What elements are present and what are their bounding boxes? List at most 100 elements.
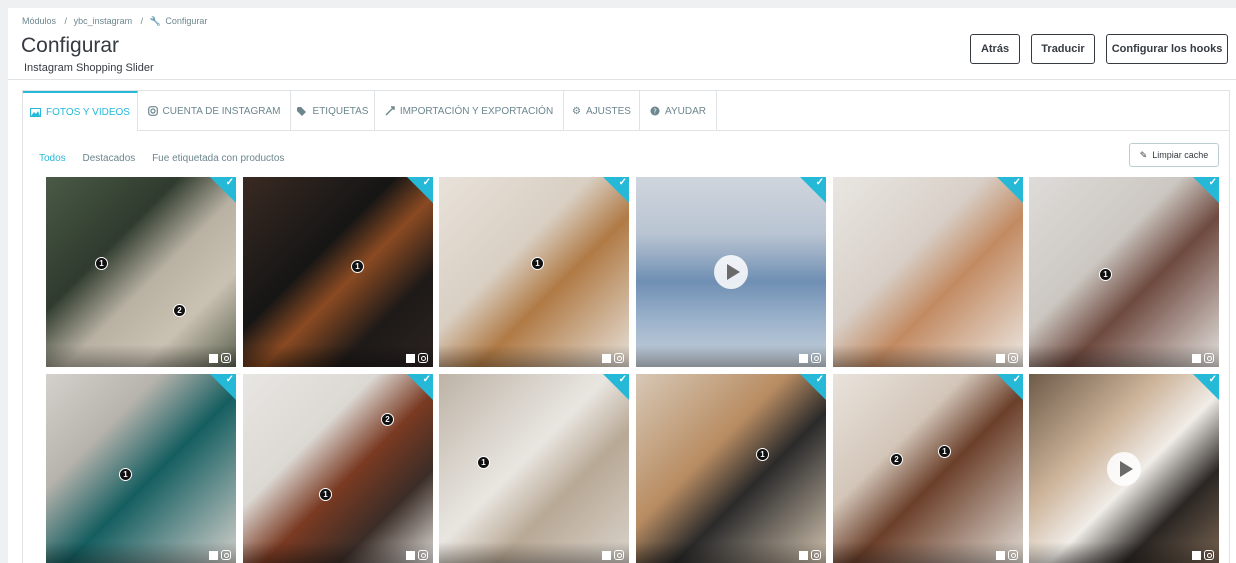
product-tag-marker[interactable]: 1: [531, 257, 544, 270]
svg-text:?: ?: [653, 108, 657, 116]
page-header: Módulos / ybc_instagram / 🔧 Configurar C…: [8, 8, 1236, 80]
media-thumbnail: [1029, 177, 1219, 367]
tag-count-icon: [1192, 550, 1201, 560]
media-item[interactable]: ✓ 2 1: [833, 374, 1023, 563]
filter-all[interactable]: Todos: [39, 153, 66, 164]
media-thumbnail: [439, 177, 629, 367]
tab-settings[interactable]: ⚙ AJUSTES: [564, 91, 640, 131]
check-icon: ✓: [618, 177, 627, 188]
product-tag-marker[interactable]: 2: [173, 304, 186, 317]
media-item[interactable]: ✓ 1: [439, 177, 629, 367]
media-item[interactable]: ✓: [636, 177, 826, 367]
media-thumbnail: [46, 374, 236, 563]
instagram-icon[interactable]: [221, 550, 231, 560]
media-item[interactable]: ✓ 1: [636, 374, 826, 563]
product-tag-marker[interactable]: 1: [319, 488, 332, 501]
check-icon: ✓: [1012, 177, 1021, 188]
configure-hooks-button[interactable]: Configurar los hooks: [1106, 34, 1228, 64]
product-tag-marker[interactable]: 1: [756, 448, 769, 461]
clear-cache-button[interactable]: ✎ Limpiar cache: [1129, 143, 1219, 167]
tag-count-icon: [209, 550, 218, 560]
instagram-icon[interactable]: [614, 353, 624, 363]
media-thumbnail: [833, 177, 1023, 367]
tags-icon: [296, 106, 308, 116]
check-icon: ✓: [1208, 177, 1217, 188]
help-icon: ?: [650, 106, 660, 116]
tab-photos-videos[interactable]: FOTOS Y VIDEOS: [23, 91, 138, 131]
page-subtitle: Instagram Shopping Slider: [24, 62, 154, 74]
tab-label: CUENTA DE INSTAGRAM: [162, 105, 281, 117]
check-icon: ✓: [422, 177, 431, 188]
media-item[interactable]: ✓ 2 1: [243, 374, 433, 563]
check-icon: ✓: [618, 374, 627, 385]
check-icon: ✓: [1208, 374, 1217, 385]
instagram-icon[interactable]: [1204, 353, 1214, 363]
product-tag-marker[interactable]: 1: [1099, 268, 1112, 281]
check-icon: ✓: [225, 177, 234, 188]
media-item[interactable]: ✓: [1029, 374, 1219, 563]
tab-instagram-account[interactable]: CUENTA DE INSTAGRAM: [138, 91, 291, 131]
filter-tagged[interactable]: Fue etiquetada con productos: [152, 153, 284, 164]
instagram-icon[interactable]: [221, 353, 231, 363]
instagram-icon[interactable]: [418, 353, 428, 363]
media-item[interactable]: ✓ 1 2: [46, 177, 236, 367]
instagram-icon[interactable]: [1008, 550, 1018, 560]
product-tag-marker[interactable]: 1: [351, 260, 364, 273]
media-grid: ✓ 1 2 ✓ 1 ✓ 1 ✓ ✓ ✓ 1 ✓ 1 ✓ 2 1 ✓ 1 ✓ 1 …: [46, 177, 1222, 563]
image-icon: [30, 107, 42, 117]
tag-count-icon: [602, 550, 611, 560]
product-tag-marker[interactable]: 1: [95, 257, 108, 270]
tab-label: ETIQUETAS: [312, 105, 369, 117]
breadcrumb-item-modules[interactable]: Módulos: [22, 16, 56, 26]
media-thumbnail: [833, 374, 1023, 563]
product-tag-marker[interactable]: 1: [477, 456, 490, 469]
tag-count-icon: [406, 353, 415, 363]
back-button[interactable]: Atrás: [970, 34, 1020, 64]
breadcrumb-item-module[interactable]: ybc_instagram: [74, 16, 133, 26]
tag-count-icon: [996, 353, 1005, 363]
breadcrumb-separator: /: [64, 16, 68, 26]
page: Módulos / ybc_instagram / 🔧 Configurar C…: [8, 8, 1236, 563]
instagram-icon[interactable]: [811, 353, 821, 363]
filter-featured[interactable]: Destacados: [82, 153, 135, 164]
instagram-icon[interactable]: [811, 550, 821, 560]
page-title: Configurar: [21, 34, 120, 57]
media-item[interactable]: ✓ 1: [1029, 177, 1219, 367]
product-tag-marker[interactable]: 2: [381, 413, 394, 426]
check-icon: ✓: [422, 374, 431, 385]
tab-label: AYUDAR: [665, 105, 706, 117]
tag-count-icon: [1192, 353, 1201, 363]
media-thumbnail: [243, 374, 433, 563]
config-panel: FOTOS Y VIDEOS CUENTA DE INSTAGRAM ETIQU…: [22, 90, 1230, 563]
check-icon: ✓: [1012, 374, 1021, 385]
tab-tags[interactable]: ETIQUETAS: [291, 91, 375, 131]
tag-count-icon: [799, 550, 808, 560]
tag-count-icon: [996, 550, 1005, 560]
tag-count-icon: [602, 353, 611, 363]
play-icon[interactable]: [1107, 452, 1141, 486]
instagram-icon[interactable]: [1204, 550, 1214, 560]
media-item[interactable]: ✓ 1: [243, 177, 433, 367]
instagram-icon[interactable]: [614, 550, 624, 560]
product-tag-marker[interactable]: 1: [938, 445, 951, 458]
product-tag-marker[interactable]: 2: [890, 453, 903, 466]
tag-count-icon: [209, 353, 218, 363]
tab-import-export[interactable]: IMPORTACIÓN Y EXPORTACIÓN: [375, 91, 564, 131]
check-icon: ✓: [815, 177, 824, 188]
media-item[interactable]: ✓ 1: [46, 374, 236, 563]
tab-bar: FOTOS Y VIDEOS CUENTA DE INSTAGRAM ETIQU…: [23, 91, 1229, 131]
tab-label: AJUSTES: [585, 105, 631, 117]
media-thumbnail: [46, 177, 236, 367]
media-item[interactable]: ✓ 1: [439, 374, 629, 563]
translate-button[interactable]: Traducir: [1031, 34, 1095, 64]
transfer-icon: [385, 106, 395, 116]
product-tag-marker[interactable]: 1: [119, 468, 132, 481]
play-icon[interactable]: [714, 255, 748, 289]
breadcrumb-item-configure: Configurar: [165, 16, 208, 26]
breadcrumb-separator: /: [140, 16, 144, 26]
tab-help[interactable]: ? AYUDAR: [640, 91, 717, 131]
instagram-icon[interactable]: [1008, 353, 1018, 363]
instagram-icon[interactable]: [418, 550, 428, 560]
tag-count-icon: [406, 550, 415, 560]
media-item[interactable]: ✓: [833, 177, 1023, 367]
